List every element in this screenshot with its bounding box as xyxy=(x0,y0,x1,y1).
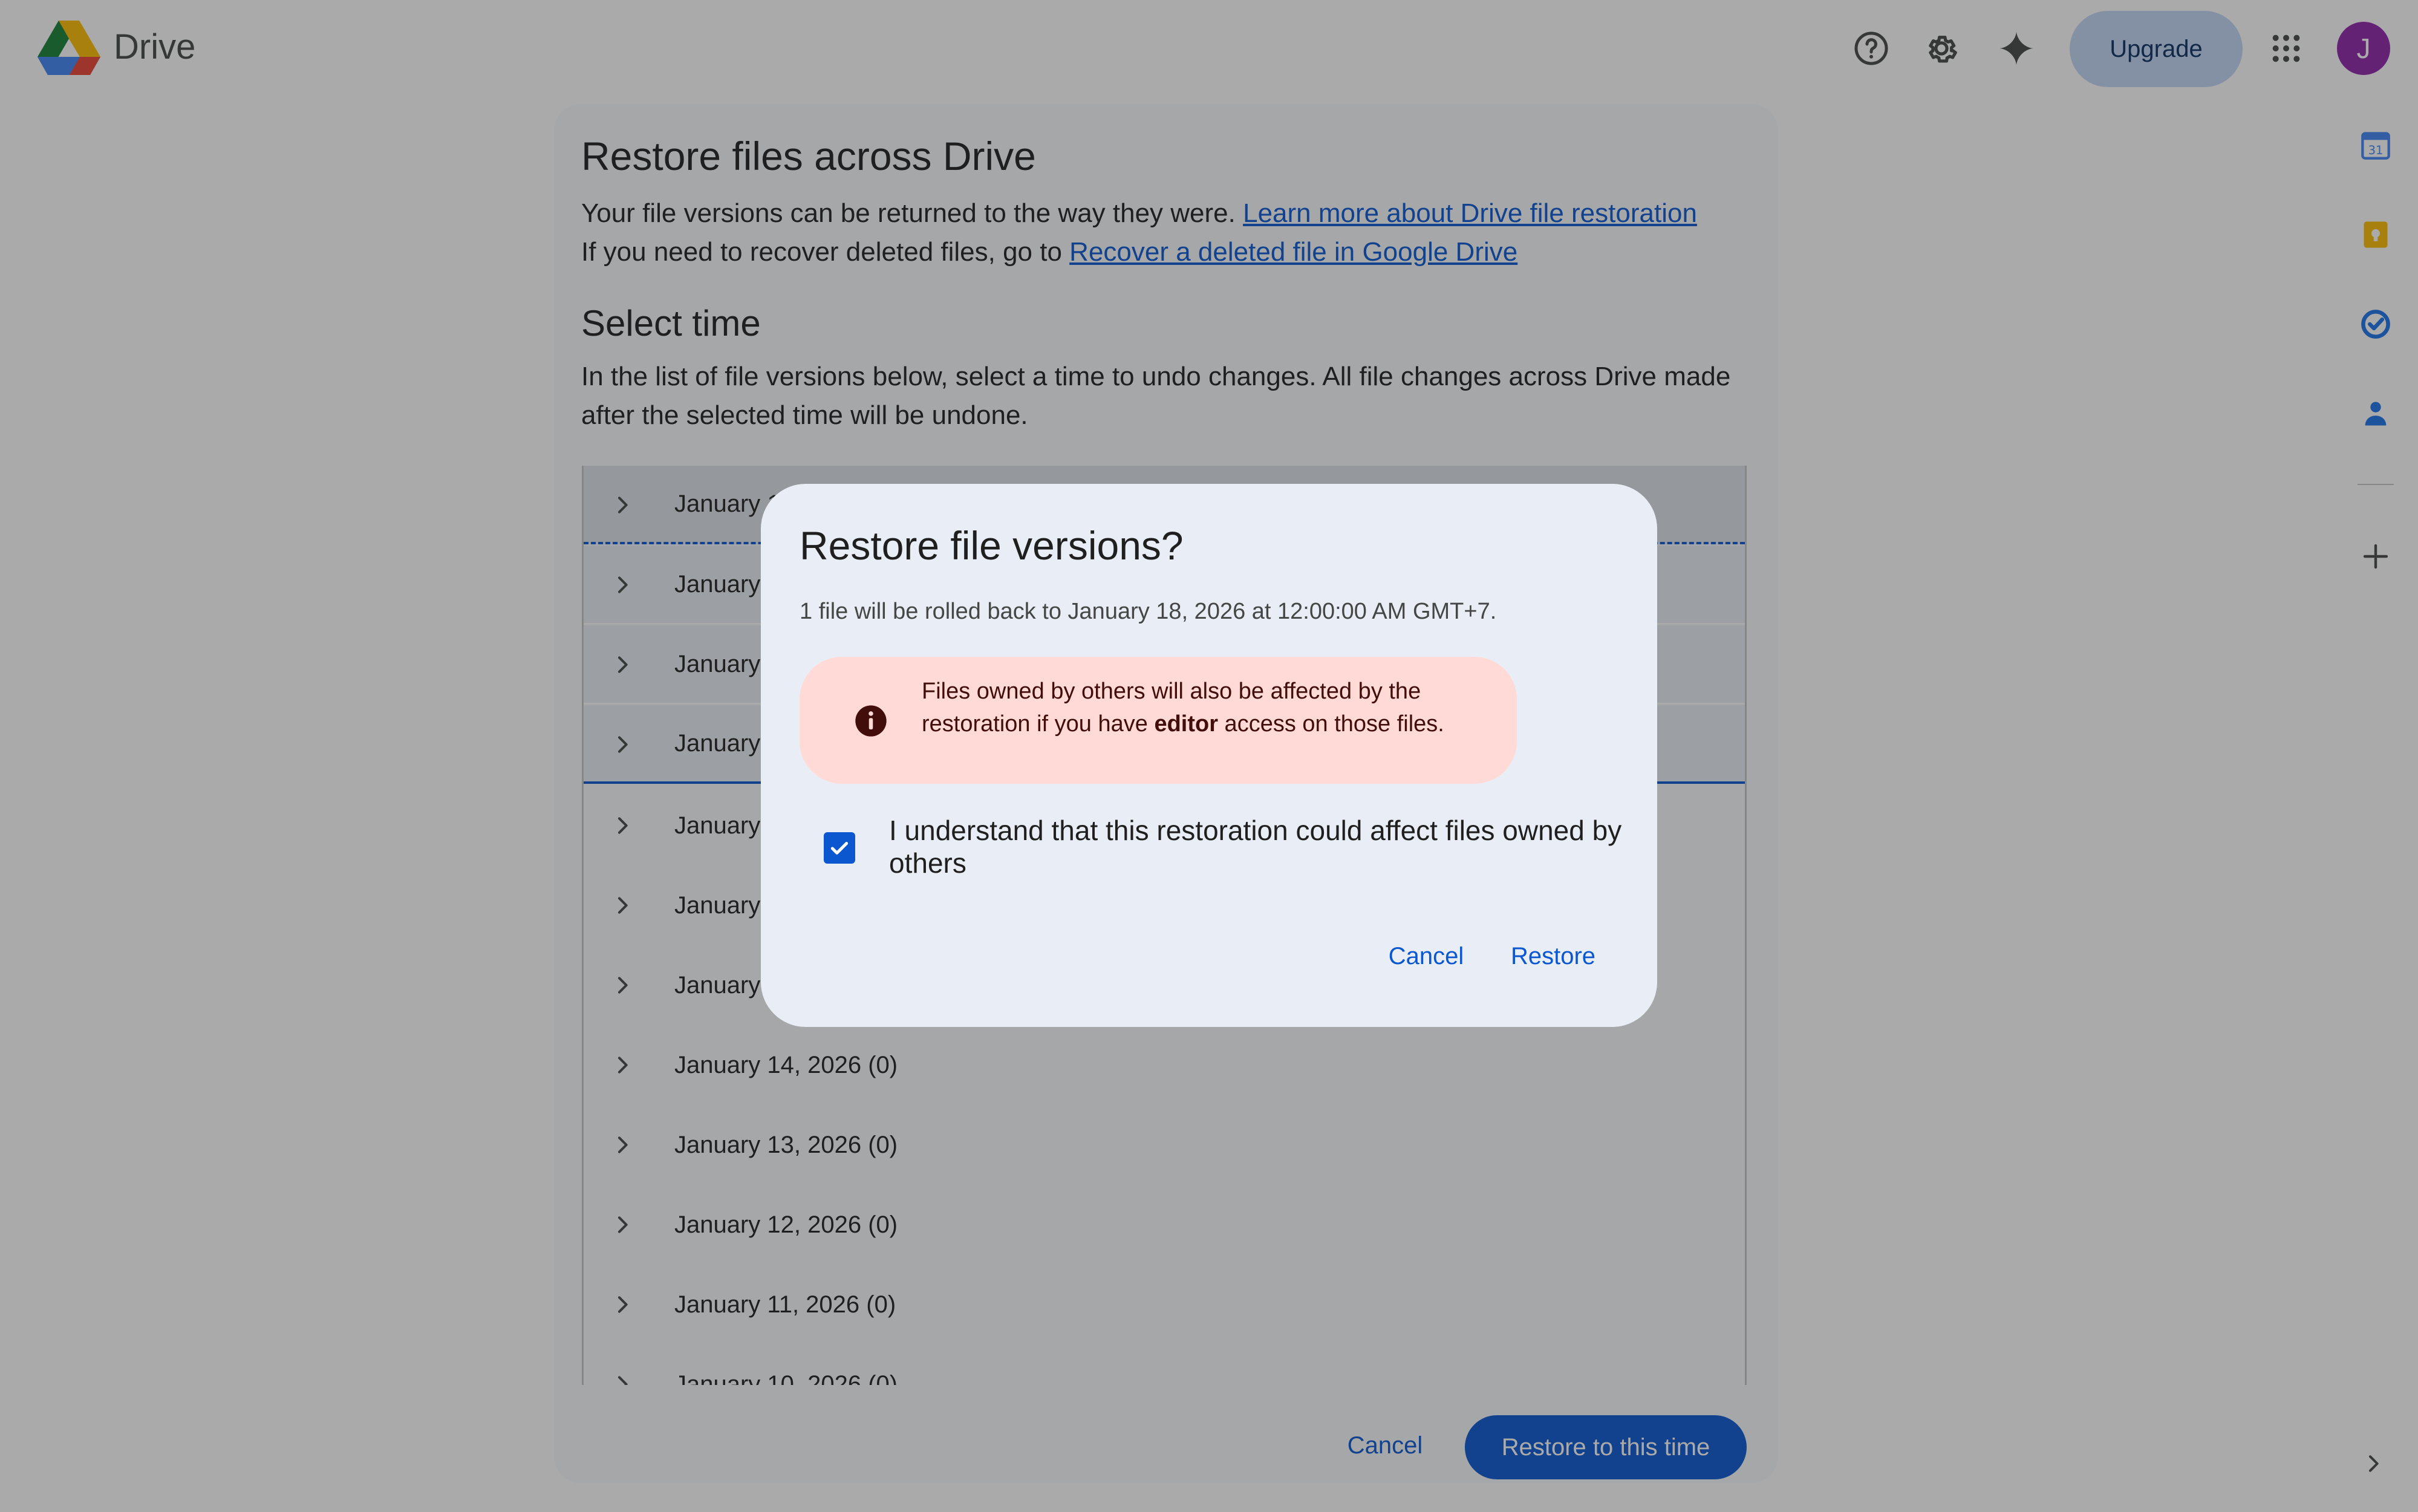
warning-line2-pre: restoration if you have xyxy=(922,711,1155,737)
dialog-restore-button[interactable]: Restore xyxy=(1493,929,1614,983)
understand-checkbox[interactable] xyxy=(824,832,855,864)
dialog-cancel-button[interactable]: Cancel xyxy=(1366,929,1487,983)
dialog-title: Restore file versions? xyxy=(800,523,1184,568)
warning-text: Files owned by others will also be affec… xyxy=(922,675,1444,740)
warning-bold-editor: editor xyxy=(1154,711,1218,737)
warning-line1: Files owned by others will also be affec… xyxy=(922,679,1421,704)
understand-checkbox-label[interactable]: I understand that this restoration could… xyxy=(889,814,1633,879)
warning-line2-post: access on those files. xyxy=(1218,711,1444,737)
restore-dialog: Restore file versions? 1 file will be ro… xyxy=(761,484,1657,1027)
info-icon xyxy=(855,705,887,737)
check-icon xyxy=(830,842,849,855)
warning-banner: Files owned by others will also be affec… xyxy=(800,657,1517,784)
dialog-body: 1 file will be rolled back to January 18… xyxy=(800,599,1497,624)
